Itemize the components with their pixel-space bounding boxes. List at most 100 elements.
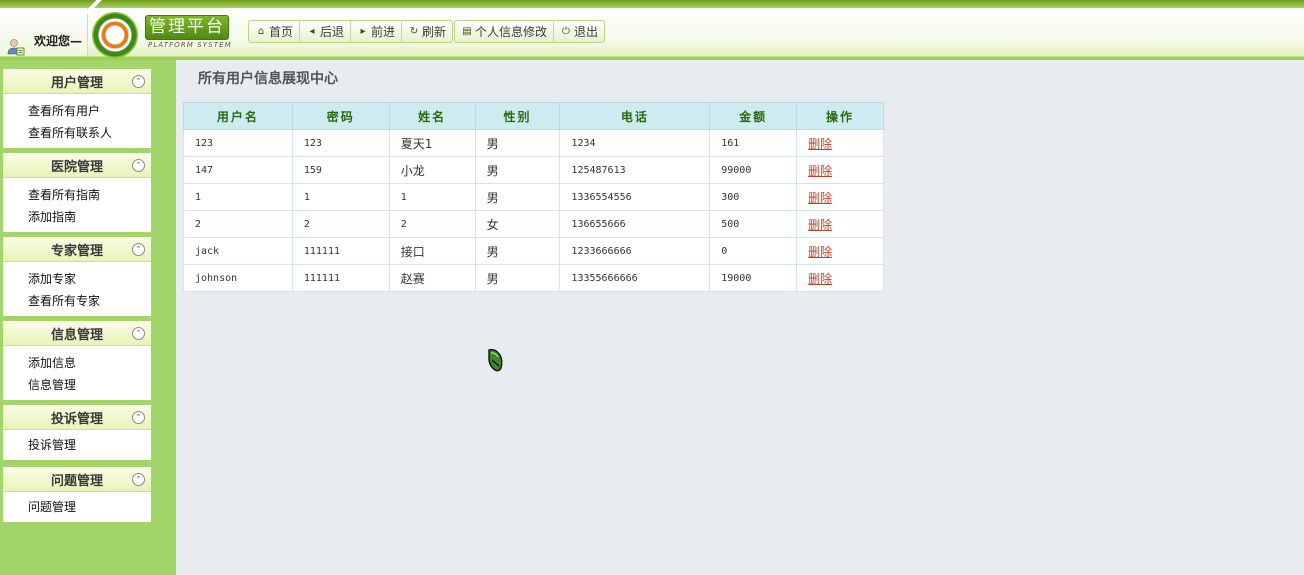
cell-username: johnson [183,264,293,292]
cell-password: 123 [291,129,390,157]
table-header-row: 用户名 密码 姓名 性别 电话 金额 操作 [183,102,884,130]
table-row: 123 123 夏天1 男 1234 161 删除 [183,129,884,157]
forward-arrow-icon: ▸ [360,25,366,37]
delete-link[interactable]: 删除 [808,272,832,286]
column-header-name: 姓名 [388,102,476,130]
table-row: 147 159 小龙 男 125487613 99000 删除 [183,156,884,184]
menu-group-hospital: 医院管理 ⌃ 查看所有指南 添加指南 [3,153,151,232]
column-header-username: 用户名 [183,102,293,130]
cell-gender: 男 [474,237,561,265]
cell-username: jack [183,237,293,265]
menu-item-add-info[interactable]: 添加信息 [3,352,151,374]
cell-amount: 300 [709,183,798,211]
menu-header-label: 专家管理 [50,243,103,259]
menu-item-view-all-users[interactable]: 查看所有用户 [3,100,151,122]
menu-header-label: 用户管理 [50,75,103,91]
menu-item-view-all-contacts[interactable]: 查看所有联系人 [3,122,151,144]
menu-header-label: 医院管理 [50,159,103,175]
cell-username: 2 [183,210,293,238]
refresh-button[interactable]: ↻ 刷新 [402,21,452,42]
cell-amount: 161 [709,129,798,157]
menu-header-hospital[interactable]: 医院管理 ⌃ [3,153,151,178]
sidebar: 用户管理 ⌃ 查看所有用户 查看所有联系人 医院管理 ⌃ 查看所有指南 添加指南… [0,60,176,575]
cell-phone: 13355666666 [559,264,711,292]
home-icon: ⌂ [257,25,265,37]
menu-header-label: 投诉管理 [50,411,103,427]
cell-action: 删除 [796,129,884,157]
menu-header-question[interactable]: 问题管理 ⌃ [3,467,151,492]
cell-action: 删除 [796,264,884,292]
cell-username: 147 [183,156,293,184]
cell-gender: 女 [474,210,561,238]
table-row: 2 2 2 女 136655666 500 删除 [183,210,884,238]
cell-name: 赵赛 [388,264,476,292]
forward-button[interactable]: ▸ 前进 [351,21,403,42]
cell-password: 111111 [291,264,390,292]
cell-name: 夏天1 [388,129,476,157]
platform-logo-icon [92,12,138,58]
collapse-icon[interactable]: ⌃ [132,159,145,172]
account-toolbar: ▤ 个人信息修改 ⏻ 退出 [454,20,606,43]
collapse-icon[interactable]: ⌃ [132,75,145,88]
delete-link[interactable]: 删除 [808,218,832,232]
cell-phone: 136655666 [559,210,711,238]
cell-password: 159 [291,156,390,184]
menu-item-add-guide[interactable]: 添加指南 [3,206,151,228]
forward-label: 前进 [371,25,396,39]
cell-username: 1 [183,183,293,211]
cell-phone: 1234 [559,129,711,157]
column-header-action: 操作 [796,102,884,130]
menu-item-view-all-experts[interactable]: 查看所有专家 [3,290,151,312]
cell-name: 2 [388,210,476,238]
edit-profile-button[interactable]: ▤ 个人信息修改 [455,21,555,42]
cell-gender: 男 [474,183,561,211]
collapse-icon[interactable]: ⌃ [132,473,145,486]
collapse-icon[interactable]: ⌃ [132,327,145,340]
menu-item-view-all-guides[interactable]: 查看所有指南 [3,184,151,206]
delete-link[interactable]: 删除 [808,191,832,205]
menu-header-complaint[interactable]: 投诉管理 ⌃ [3,405,151,430]
cell-amount: 500 [709,210,798,238]
back-button[interactable]: ◂ 后退 [300,21,352,42]
collapse-icon[interactable]: ⌃ [132,411,145,424]
cell-amount: 0 [709,237,798,265]
cell-amount: 99000 [709,156,798,184]
power-icon: ⏻ [562,25,570,37]
table-row: jack 111111 接口 男 1233666666 0 删除 [183,237,884,265]
home-button[interactable]: ⌂ 首页 [249,21,301,42]
cell-password: 2 [291,210,390,238]
delete-link[interactable]: 删除 [808,245,832,259]
column-header-phone: 电话 [559,102,711,130]
menu-group-expert: 专家管理 ⌃ 添加专家 查看所有专家 [3,237,151,316]
menu-group-user: 用户管理 ⌃ 查看所有用户 查看所有联系人 [3,69,151,148]
back-label: 后退 [320,25,345,39]
menu-item-question-management[interactable]: 问题管理 [3,496,151,518]
logo-title: 管理平台 [145,15,229,40]
cell-action: 删除 [796,237,884,265]
menu-header-info[interactable]: 信息管理 ⌃ [3,321,151,346]
logout-button[interactable]: ⏻ 退出 [554,21,604,42]
refresh-label: 刷新 [422,25,447,39]
column-header-password: 密码 [291,102,390,130]
menu-item-complaint-management[interactable]: 投诉管理 [3,434,151,456]
menu-header-label: 问题管理 [50,473,103,489]
document-icon: ▤ [462,25,472,37]
menu-item-info-management[interactable]: 信息管理 [3,374,151,396]
cell-action: 删除 [796,156,884,184]
home-label: 首页 [269,25,294,39]
logout-label: 退出 [574,25,599,39]
menu-header-user[interactable]: 用户管理 ⌃ [3,69,151,94]
menu-header-label: 信息管理 [50,327,103,343]
cell-phone: 1336554556 [559,183,711,211]
delete-link[interactable]: 删除 [808,137,832,151]
menu-item-add-expert[interactable]: 添加专家 [3,268,151,290]
header-top-band [0,0,1304,8]
table-row: 1 1 1 男 1336554556 300 删除 [183,183,884,211]
cell-phone: 1233666666 [559,237,711,265]
back-arrow-icon: ◂ [309,25,315,37]
mouse-cursor-icon [488,348,503,372]
collapse-icon[interactable]: ⌃ [132,243,145,256]
cell-amount: 19000 [709,264,798,292]
delete-link[interactable]: 删除 [808,164,832,178]
menu-header-expert[interactable]: 专家管理 ⌃ [3,237,151,262]
